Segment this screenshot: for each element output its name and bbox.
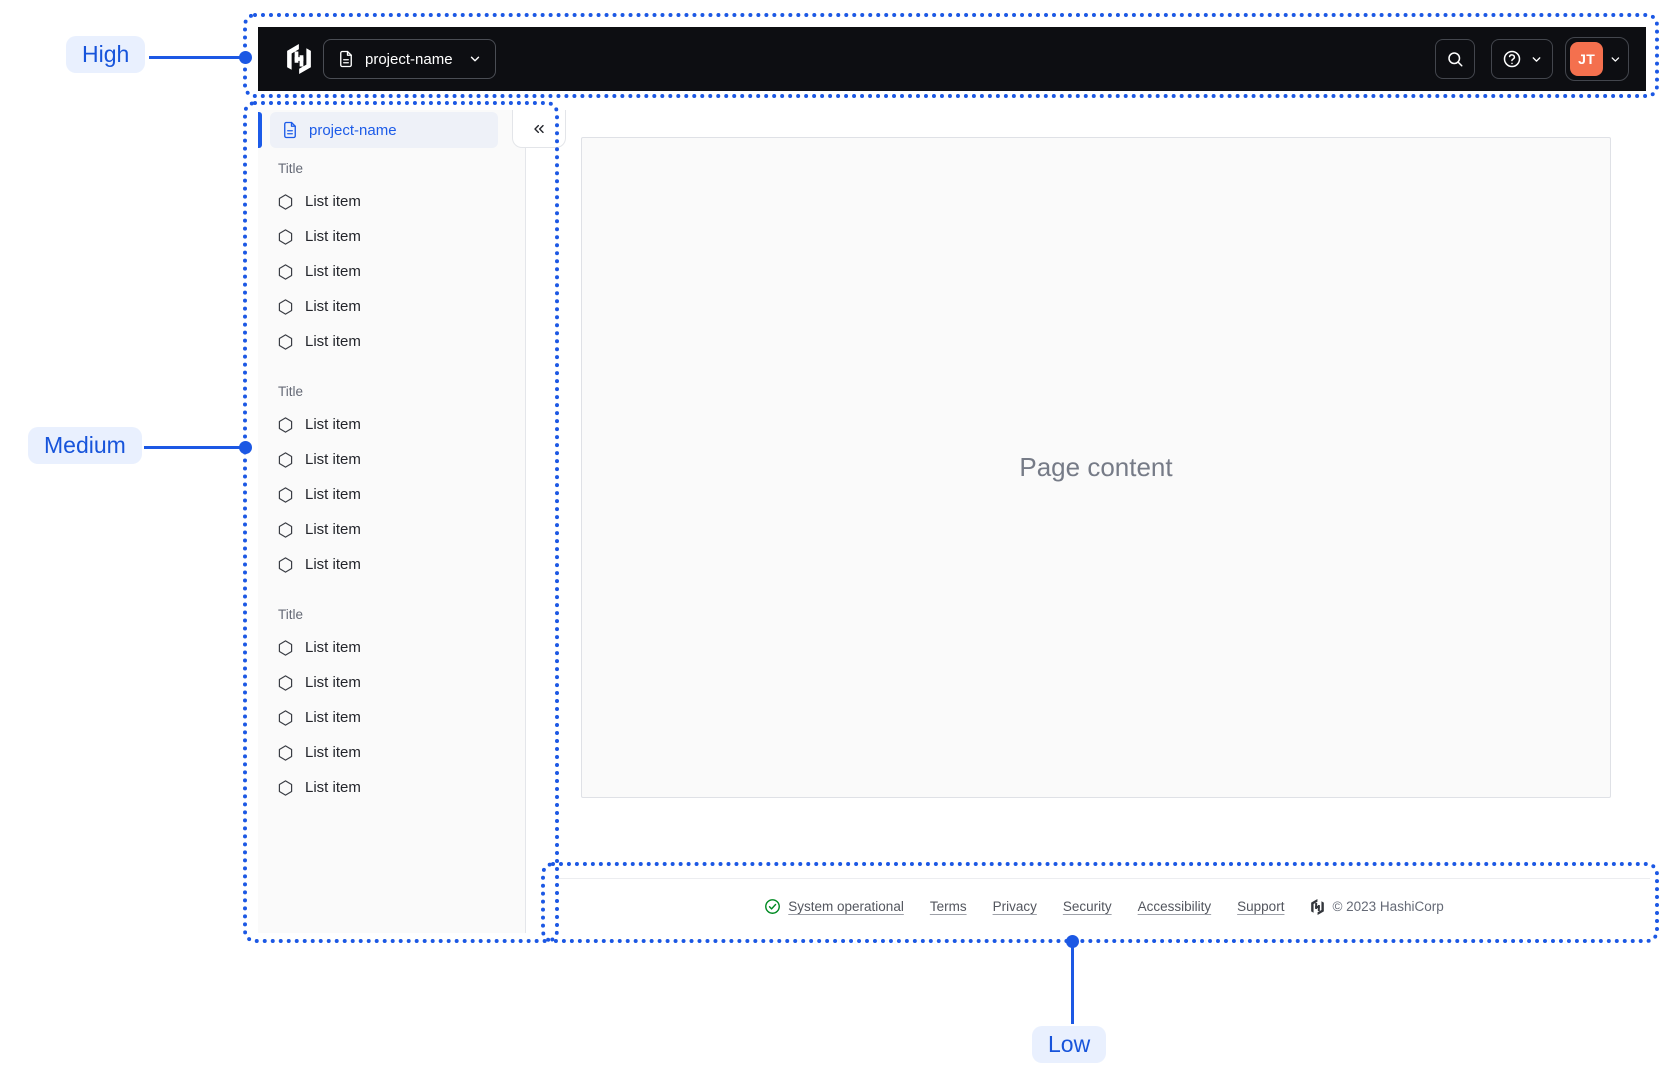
check-circle-icon [765,899,781,914]
annotation-dot-low [1066,935,1079,948]
page-content-placeholder: Page content [1019,452,1173,482]
sidebar-collapse-button[interactable] [512,110,566,148]
sidebar-section-3: Title List item List item List item List… [258,606,525,805]
user-menu-button[interactable]: JT [1565,37,1629,81]
footer-link[interactable]: Terms [930,899,967,914]
footer-link[interactable]: Accessibility [1138,899,1212,914]
list-item-label: List item [305,639,361,656]
list-item-label: List item [305,674,361,691]
sidebar-project-item[interactable]: project-name [270,112,498,148]
chevron-down-icon [1611,56,1620,62]
search-button[interactable] [1435,39,1475,79]
hexagon-icon [278,709,293,726]
list-item-label: List item [305,486,361,503]
sidebar: project-name Title List item List item L… [258,110,526,933]
footer-copyright: © 2023 HashiCorp [1310,898,1444,915]
sidebar-list-item[interactable]: List item [258,770,525,805]
list-item-label: List item [305,451,361,468]
hexagon-icon [278,779,293,796]
list-item-label: List item [305,744,361,761]
page-content-area: Page content [581,137,1611,798]
hexagon-icon [278,263,293,280]
annotation-label-medium: Medium [28,427,142,464]
system-status-link[interactable]: System operational [764,898,904,915]
annotation-connector-high [149,56,245,59]
list-item-label: List item [305,709,361,726]
section-title: Title [278,384,304,399]
sidebar-section-1: Title List item List item List item List… [258,160,525,359]
hexagon-icon [278,451,293,468]
project-switcher-button[interactable]: project-name [323,39,496,79]
sidebar-list-item[interactable]: List item [258,700,525,735]
footer-link[interactable]: Privacy [993,899,1037,914]
file-text-icon [284,121,296,139]
copyright-text: © 2023 HashiCorp [1332,899,1444,914]
list-item-label: List item [305,193,361,210]
hexagon-icon [278,228,293,245]
sidebar-list-item[interactable]: List item [258,254,525,289]
list-item-label: List item [305,556,361,573]
sidebar-list-item[interactable]: List item [258,184,525,219]
annotation-connector-low [1071,942,1074,1024]
sidebar-list-item[interactable]: List item [258,442,525,477]
sidebar-list-item[interactable]: List item [258,407,525,442]
annotation-label-low: Low [1032,1026,1107,1063]
app-footer: System operational Terms Privacy Securit… [558,878,1650,934]
list-item-label: List item [305,263,361,280]
top-navbar: project-name JT [258,27,1646,91]
sidebar-list-item[interactable]: List item [258,219,525,254]
annotation-dot-high [239,51,252,64]
annotation-label-high: High [66,36,146,73]
section-title: Title [278,607,304,622]
sidebar-list-item[interactable]: List item [258,735,525,770]
list-item-label: List item [305,521,361,538]
annotation-dot-medium [239,441,252,454]
hexagon-icon [278,674,293,691]
hashicorp-logo [1311,898,1325,915]
hexagon-icon [278,639,293,656]
hashicorp-logo [287,44,311,74]
system-status-label: System operational [788,899,904,914]
app-frame-wireframe: project-name JT project-name Title List … [0,0,1672,1078]
footer-link[interactable]: Support [1237,899,1284,914]
list-item-label: List item [305,416,361,433]
hexagon-icon [278,556,293,573]
sidebar-list-item[interactable]: List item [258,665,525,700]
sidebar-section-2: Title List item List item List item List… [258,383,525,582]
list-item-label: List item [305,228,361,245]
file-text-icon [340,50,352,68]
hexagon-icon [278,298,293,315]
active-item-indicator [258,112,262,148]
list-item-label: List item [305,298,361,315]
sidebar-list-item[interactable]: List item [258,289,525,324]
help-menu-button[interactable] [1491,39,1553,79]
hexagon-icon [278,333,293,350]
sidebar-list-item[interactable]: List item [258,547,525,582]
footer-link[interactable]: Security [1063,899,1112,914]
sidebar-project-label: project-name [309,121,397,139]
user-avatar: JT [1570,42,1604,76]
chevron-down-icon [1532,56,1540,62]
section-title: Title [278,161,304,176]
annotation-connector-medium [144,446,245,449]
list-item-label: List item [305,779,361,796]
collapse-double-chevron-left-icon [534,124,544,133]
project-switcher-label: project-name [365,50,453,68]
hexagon-icon [278,193,293,210]
sidebar-list-item[interactable]: List item [258,512,525,547]
hexagon-icon [278,416,293,433]
sidebar-list-item[interactable]: List item [258,324,525,359]
help-icon [1503,50,1520,68]
chevron-down-icon [470,56,479,62]
sidebar-list-item[interactable]: List item [258,630,525,665]
sidebar-nav: Title List item List item List item List… [258,110,525,805]
hexagon-icon [278,521,293,538]
hexagon-icon [278,486,293,503]
hexagon-icon [278,744,293,761]
list-item-label: List item [305,333,361,350]
search-icon [1448,52,1463,67]
sidebar-list-item[interactable]: List item [258,477,525,512]
